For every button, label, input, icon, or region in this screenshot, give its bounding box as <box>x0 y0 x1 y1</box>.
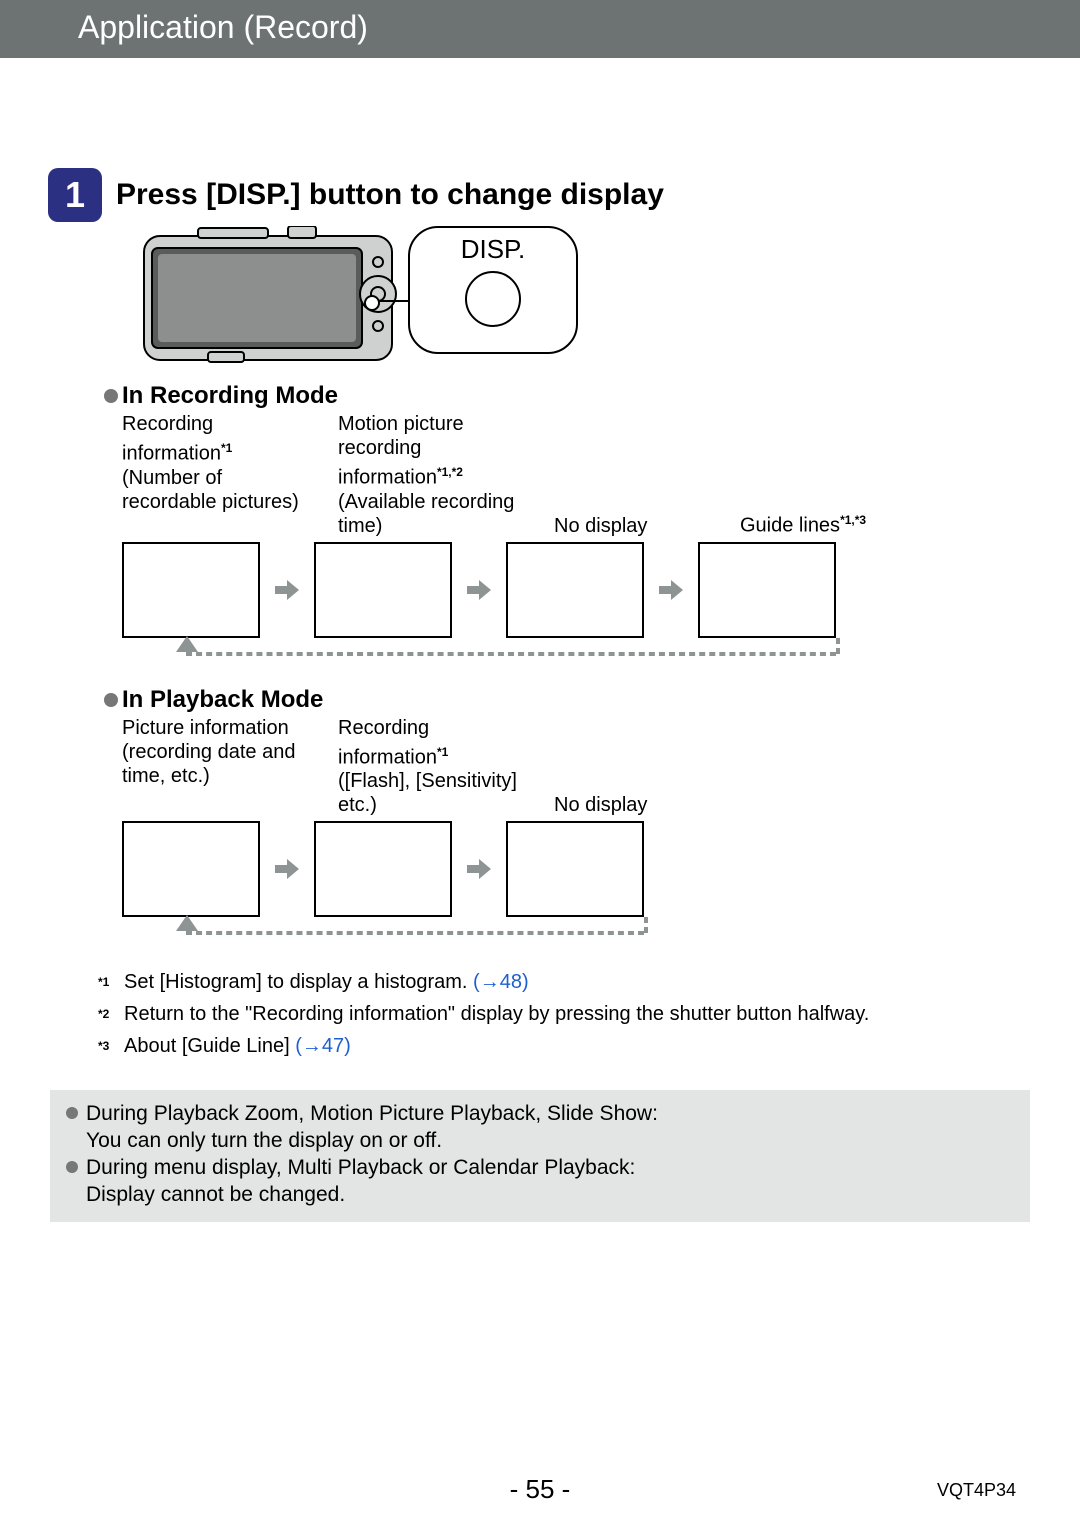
link-48[interactable]: (→48) <box>473 971 529 993</box>
disp-callout: DISP. <box>408 226 578 354</box>
bullet-icon <box>104 693 118 707</box>
recording-boxes-row <box>122 542 1016 638</box>
text: Recording information <box>338 717 437 769</box>
step-title: Press [DISP.] button to change display <box>116 178 664 212</box>
pb-caption-3: No display <box>554 716 724 818</box>
marker: *3 <box>98 1039 109 1053</box>
arrow-up-icon <box>176 636 198 652</box>
state-box <box>122 542 260 638</box>
text: Set [Histogram] to display a histogram. <box>124 971 473 993</box>
notice-line: During menu display, Multi Playback or C… <box>86 1154 635 1181</box>
rec-caption-2: Motion picture recording information*1,*… <box>338 412 538 538</box>
camera-illustration <box>138 226 398 368</box>
recording-mode-heading: In Recording Mode <box>104 382 1016 410</box>
state-box <box>506 542 644 638</box>
footnotes: *1 Set [Histogram] to display a histogra… <box>98 969 1016 1064</box>
rec-caption-3: No display <box>554 412 724 538</box>
text: Picture information <box>122 717 289 739</box>
text: Guide lines <box>740 515 840 537</box>
state-box <box>314 542 452 638</box>
pb-caption-1: Picture information (recording date and … <box>122 716 322 818</box>
playback-mode-heading: In Playback Mode <box>104 686 1016 714</box>
notice-line: During Playback Zoom, Motion Picture Pla… <box>86 1100 658 1127</box>
notice-box: During Playback Zoom, Motion Picture Pla… <box>50 1090 1030 1222</box>
footnote-3: *3 About [Guide Line] (→47) <box>98 1033 1016 1065</box>
state-box <box>506 821 644 917</box>
page-number: - 55 - <box>0 1474 1080 1505</box>
recording-mode-heading-text: In Recording Mode <box>122 382 338 410</box>
disp-label: DISP. <box>461 234 526 265</box>
footnote-2: *2 Return to the "Recording information"… <box>98 1001 1016 1033</box>
playback-mode-heading-text: In Playback Mode <box>122 686 323 714</box>
text: (Available recording time) <box>338 491 514 537</box>
rec-caption-1: Recording information*1 (Number of recor… <box>122 412 322 538</box>
sup: *1 <box>840 513 851 527</box>
arrow-right-icon <box>260 576 314 604</box>
sup: *1 <box>437 745 448 759</box>
sup: *3 <box>855 513 866 527</box>
footnote-1: *1 Set [Histogram] to display a histogra… <box>98 969 1016 1001</box>
disp-button-icon <box>465 271 521 327</box>
arrow-right-icon <box>644 576 698 604</box>
recording-captions: Recording information*1 (Number of recor… <box>122 412 1016 538</box>
text: About [Guide Line] <box>124 1035 295 1057</box>
recording-return-line <box>122 638 1016 666</box>
step-number-badge: 1 <box>48 168 102 222</box>
text: No display <box>554 514 647 538</box>
bullet-icon <box>66 1161 78 1173</box>
step-number: 1 <box>65 174 85 216</box>
text: Recording information <box>122 413 221 465</box>
arrow-right-icon <box>452 576 506 604</box>
state-box <box>122 821 260 917</box>
bullet-icon <box>66 1107 78 1119</box>
marker: *1 <box>98 975 109 989</box>
playback-boxes-row <box>122 821 1016 917</box>
arrow-right-icon <box>452 855 506 883</box>
header-title: Application (Record) <box>78 9 368 45</box>
playback-captions: Picture information (recording date and … <box>122 716 1016 818</box>
playback-return-line <box>122 917 1016 945</box>
marker: *2 <box>98 1007 109 1021</box>
text: Return to the "Recording information" di… <box>124 1003 869 1025</box>
camera-illustration-row: DISP. <box>138 226 1016 368</box>
text: ([Flash], [Sensitivity] etc.) <box>338 770 517 816</box>
text: (Number of recordable pictures) <box>122 467 299 513</box>
notice-line: Display cannot be changed. <box>86 1181 1014 1208</box>
doc-id: VQT4P34 <box>937 1480 1016 1501</box>
state-box <box>698 542 836 638</box>
callout-leader <box>370 300 410 302</box>
text: (recording date and time, etc.) <box>122 741 295 787</box>
header-bar: Application (Record) <box>0 0 1080 58</box>
notice-line: You can only turn the display on or off. <box>86 1127 1014 1154</box>
state-box <box>314 821 452 917</box>
sup: *1 <box>437 465 448 479</box>
bullet-icon <box>104 389 118 403</box>
arrow-right-icon <box>260 855 314 883</box>
sup: *1 <box>221 441 232 455</box>
arrow-up-icon <box>176 915 198 931</box>
text: No display <box>554 793 647 817</box>
sup: *2 <box>452 465 463 479</box>
link-47[interactable]: (→47) <box>295 1035 351 1057</box>
rec-caption-4: Guide lines*1,*3 <box>740 412 910 538</box>
pb-caption-2: Recording information*1 ([Flash], [Sensi… <box>338 716 538 818</box>
